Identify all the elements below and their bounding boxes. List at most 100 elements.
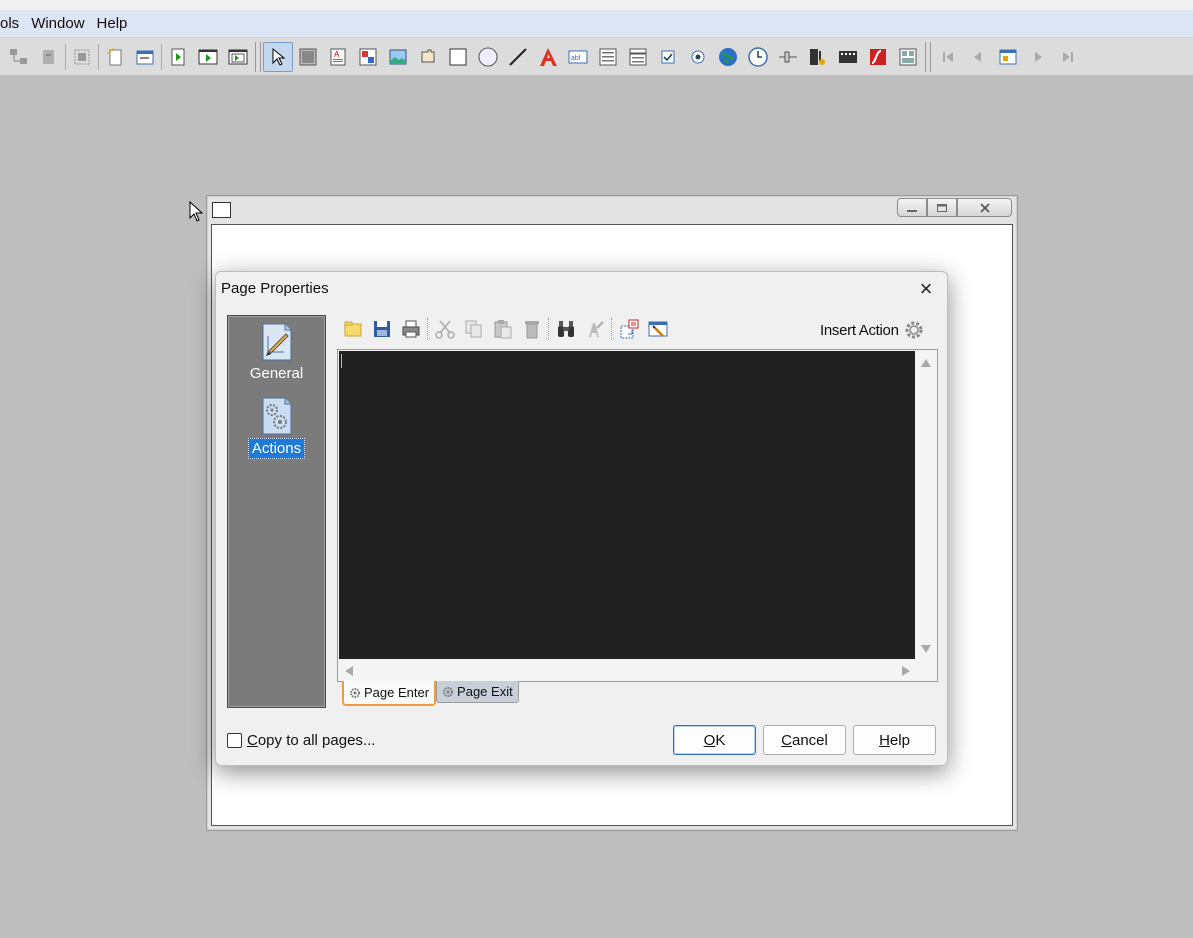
close-window-button[interactable] — [957, 198, 1012, 217]
web-icon[interactable] — [713, 42, 743, 72]
insert-code-icon[interactable] — [614, 316, 643, 342]
label-rest: K — [715, 731, 726, 749]
dialog-title: Page Properties — [221, 280, 329, 297]
ellipse-icon[interactable] — [473, 42, 503, 72]
picture-icon[interactable] — [383, 42, 413, 72]
pointer-icon[interactable] — [263, 41, 293, 72]
toolbar-separator — [548, 318, 549, 340]
script-editor[interactable] — [339, 351, 915, 659]
scroll-right-icon[interactable] — [902, 666, 910, 676]
label-icon[interactable]: A — [323, 42, 353, 72]
hotspot-icon[interactable] — [413, 42, 443, 72]
find-icon[interactable] — [551, 316, 580, 342]
flash-icon[interactable] — [863, 42, 893, 72]
group-icon[interactable] — [4, 42, 34, 72]
category-actions[interactable]: Actions — [228, 396, 325, 459]
checkbox[interactable] — [227, 733, 242, 748]
horizontal-scrollbar[interactable] — [339, 659, 915, 681]
line-icon[interactable] — [503, 42, 533, 72]
category-general[interactable]: General — [228, 322, 325, 383]
checkbox-icon[interactable] — [653, 42, 683, 72]
toolbar-grip[interactable] — [255, 41, 261, 72]
image-icon[interactable] — [353, 42, 383, 72]
toolbar-separator — [427, 318, 428, 340]
maximize-icon — [937, 203, 947, 212]
actions-icon — [262, 397, 291, 435]
delete-icon[interactable] — [517, 316, 546, 342]
help-button[interactable]: Help — [853, 725, 936, 755]
tab-page-exit[interactable]: Page Exit — [436, 681, 519, 703]
cancel-button[interactable]: Cancel — [763, 725, 846, 755]
window-top-strip — [0, 0, 1193, 10]
maximize-button[interactable] — [927, 198, 957, 217]
next-page-icon[interactable] — [1023, 42, 1053, 72]
play-icon[interactable] — [163, 42, 193, 72]
minimize-button[interactable] — [897, 198, 927, 217]
label-rest: ancel — [791, 731, 828, 749]
prev-page-icon[interactable] — [963, 42, 993, 72]
media-icon[interactable] — [833, 42, 863, 72]
toolbar-grip[interactable] — [925, 41, 931, 72]
gear-icon — [443, 686, 454, 697]
toolbar-separator — [161, 43, 162, 70]
text-icon[interactable] — [533, 42, 563, 72]
copy-icon[interactable] — [459, 316, 488, 342]
print-icon[interactable] — [396, 316, 425, 342]
mnemonic: H — [879, 731, 890, 749]
mnemonic: C — [247, 732, 258, 749]
rectangle-icon[interactable] — [443, 42, 473, 72]
menu-help[interactable]: Help — [91, 15, 134, 32]
scroll-up-icon[interactable] — [921, 359, 931, 367]
dialog-close-button[interactable]: × — [913, 277, 939, 301]
insert-action-button[interactable]: Insert Action — [820, 319, 925, 341]
save-icon[interactable] — [367, 316, 396, 342]
copy-to-all-pages-label: Copy to all pages... — [247, 732, 375, 749]
paste-icon[interactable] — [488, 316, 517, 342]
listbox-icon[interactable] — [593, 42, 623, 72]
copy-to-all-pages-checkbox[interactable]: Copy to all pages... — [227, 732, 375, 749]
category-panel: General Actions — [227, 315, 326, 708]
toolbar-separator — [98, 43, 99, 70]
object-icon[interactable] — [34, 42, 64, 72]
menu-tools[interactable]: ols — [0, 15, 25, 32]
align-icon[interactable] — [67, 42, 97, 72]
toolbar-separator — [65, 43, 66, 70]
menu-window[interactable]: Window — [25, 15, 90, 32]
ok-button[interactable]: OK — [673, 725, 756, 755]
menu-bar: ols Window Help — [0, 10, 1193, 38]
slider-icon[interactable] — [773, 42, 803, 72]
timer-icon[interactable] — [743, 42, 773, 72]
preview-icon[interactable] — [193, 42, 223, 72]
tab-page-enter[interactable]: Page Enter — [342, 681, 437, 706]
page-icon[interactable] — [130, 42, 160, 72]
gear-icon — [350, 687, 360, 698]
minimize-icon — [907, 209, 917, 212]
category-actions-label: Actions — [247, 438, 306, 459]
svg-text:abl: abl — [571, 55, 581, 62]
scroll-left-icon[interactable] — [345, 666, 353, 676]
edit-script-icon[interactable] — [643, 316, 672, 342]
text-caret — [341, 354, 342, 368]
grid-icon[interactable] — [893, 42, 923, 72]
input-icon[interactable]: abl — [563, 42, 593, 72]
combobox-icon[interactable] — [623, 42, 653, 72]
radio-icon[interactable] — [683, 42, 713, 72]
cut-icon[interactable] — [430, 316, 459, 342]
child-titlebar[interactable] — [207, 196, 1017, 224]
close-icon — [979, 202, 990, 213]
last-page-icon[interactable] — [1053, 42, 1083, 72]
new-page-icon[interactable] — [100, 42, 130, 72]
vertical-scrollbar[interactable] — [915, 351, 937, 659]
first-page-icon[interactable] — [933, 42, 963, 72]
button-icon[interactable] — [293, 42, 323, 72]
preview-page-icon[interactable] — [223, 42, 253, 72]
video-icon[interactable] — [803, 42, 833, 72]
scroll-down-icon[interactable] — [921, 645, 931, 653]
main-toolbar: A abl — [0, 38, 1193, 76]
open-icon[interactable] — [338, 316, 367, 342]
label-rest: elp — [889, 731, 910, 749]
category-general-label: General — [249, 365, 304, 382]
editor-toolbar — [338, 315, 672, 343]
replace-icon[interactable] — [580, 316, 609, 342]
page-list-icon[interactable] — [993, 42, 1023, 72]
